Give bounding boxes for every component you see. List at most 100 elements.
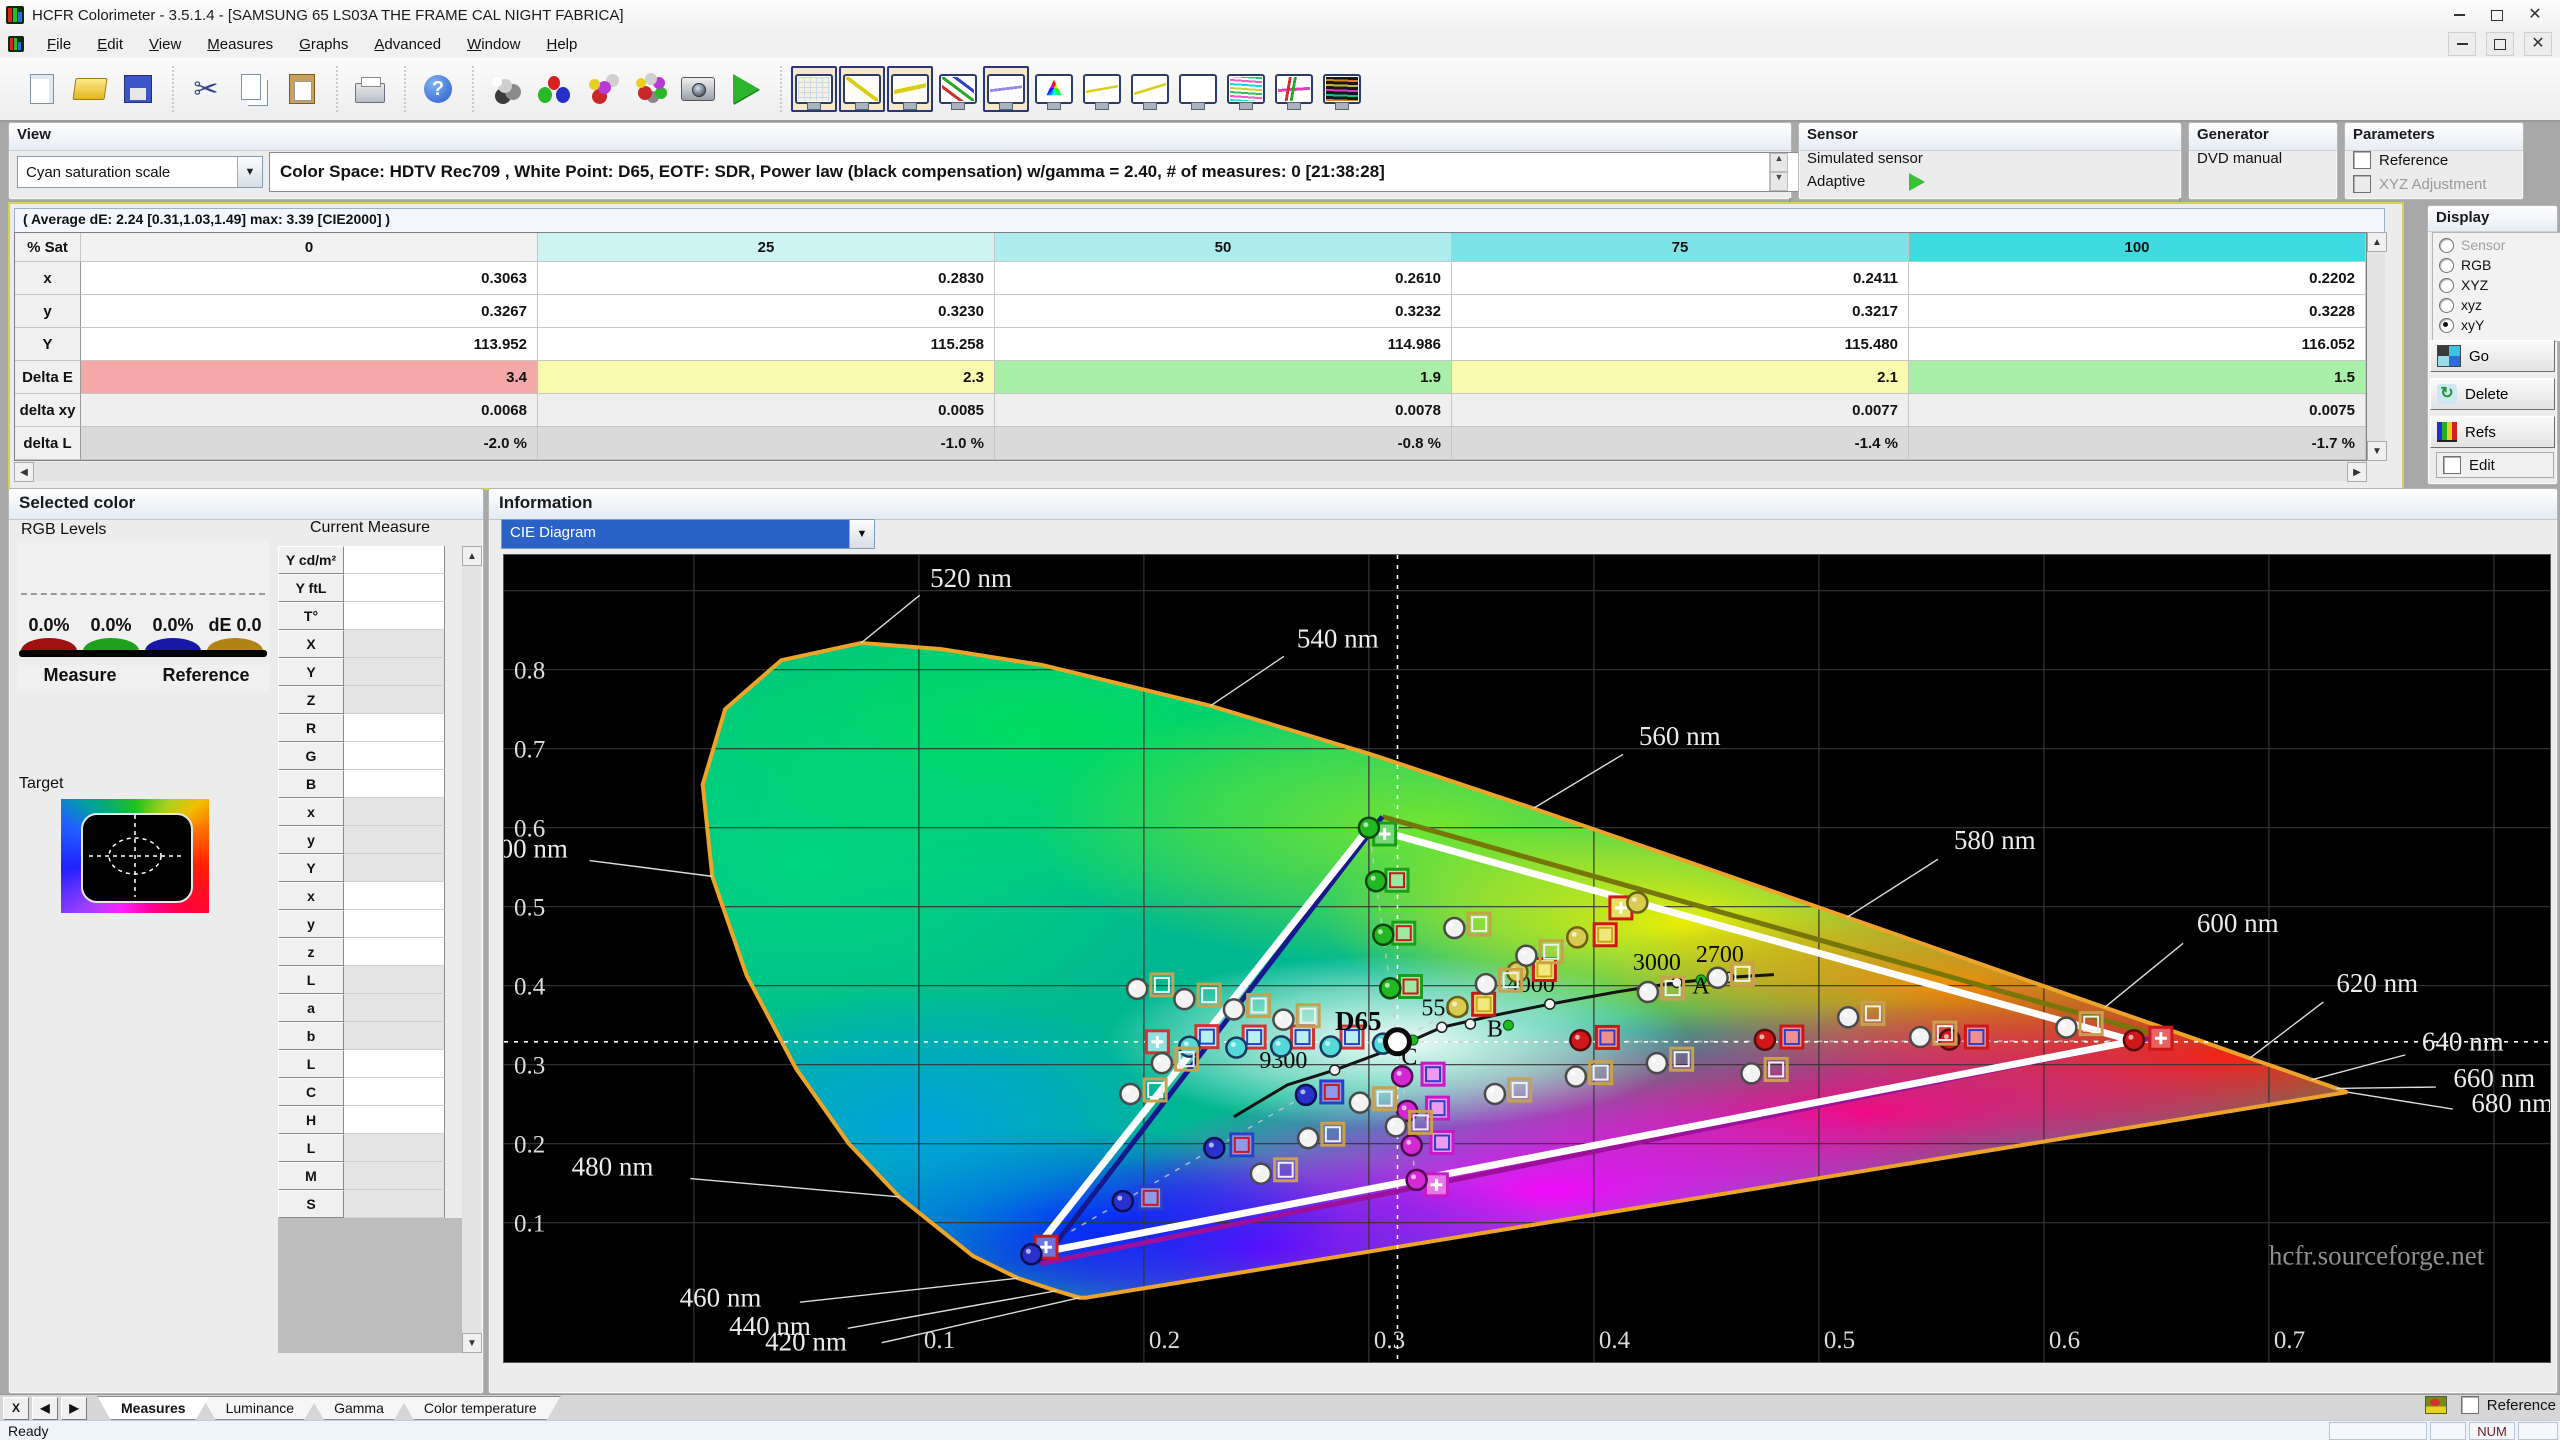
copy-icon-button[interactable] xyxy=(231,66,277,112)
edit-checkbox[interactable] xyxy=(2443,456,2461,474)
open-folder-icon-button[interactable] xyxy=(67,66,113,112)
y-tick-label: 0.6 xyxy=(514,816,545,843)
x-tick-label: 0.5 xyxy=(1824,1327,1855,1354)
button-label: Go xyxy=(2469,348,2489,365)
display-radio-xyz[interactable]: xyz xyxy=(2439,295,2558,315)
menu-item-help[interactable]: Help xyxy=(533,32,590,57)
menu-item-edit[interactable]: Edit xyxy=(84,32,136,57)
view-luminance2-button[interactable] xyxy=(1079,66,1125,112)
new-document-icon-button[interactable] xyxy=(19,66,65,112)
rgb-levels-label: RGB Levels xyxy=(21,521,106,539)
view-selector-arrow[interactable]: ▼ xyxy=(237,157,262,187)
radio-icon[interactable] xyxy=(2439,258,2454,273)
view-blank-button[interactable] xyxy=(1175,66,1221,112)
illuminant-dot xyxy=(1503,1020,1513,1030)
view-gamma-curve-button[interactable] xyxy=(839,66,885,112)
parameter-reference[interactable]: Reference xyxy=(2353,151,2487,169)
tab-color-temperature[interactable]: Color temperature xyxy=(400,1396,561,1420)
primaries-measure-icon-button[interactable] xyxy=(531,66,577,112)
run-measures-icon-button[interactable] xyxy=(723,66,769,112)
edit-checkbox-row[interactable]: Edit xyxy=(2436,452,2554,478)
table-cell: 0.0068 xyxy=(81,394,538,427)
menu-item-measures[interactable]: Measures xyxy=(194,32,286,57)
radio-icon[interactable] xyxy=(2439,318,2454,333)
refs-button[interactable]: Refs xyxy=(2430,416,2555,448)
radio-icon[interactable] xyxy=(2439,298,2454,313)
view-color-temperature-button[interactable] xyxy=(983,66,1029,112)
snapshot-icon-button[interactable] xyxy=(675,66,721,112)
measure-row-value xyxy=(344,602,445,630)
help-icon-button[interactable] xyxy=(415,66,461,112)
view-stripes-button[interactable] xyxy=(1223,66,1269,112)
scroll-up-icon[interactable]: ▲ xyxy=(462,546,482,566)
display-radio-xyz[interactable]: XYZ xyxy=(2439,275,2558,295)
print-icon-button[interactable] xyxy=(347,66,393,112)
mdi-minimize-button[interactable] xyxy=(2448,32,2476,56)
close-button[interactable]: ✕ xyxy=(2516,0,2554,30)
saturations-measure-icon-button[interactable] xyxy=(579,66,625,112)
view-gamma2-button[interactable] xyxy=(1127,66,1173,112)
menu-item-graphs[interactable]: Graphs xyxy=(286,32,361,57)
table-horizontal-scrollbar[interactable]: ◀ ▶ xyxy=(14,462,2367,481)
parameter-xyz-adjustment: XYZ Adjustment xyxy=(2353,175,2487,193)
full-measures-icon-button[interactable] xyxy=(627,66,673,112)
menu-item-view[interactable]: View xyxy=(136,32,194,57)
reference-checkbox[interactable] xyxy=(2461,1396,2479,1414)
sensor-play-icon[interactable] xyxy=(1909,173,1925,191)
display-radio-xyy[interactable]: xyY xyxy=(2439,315,2558,335)
display-radio-rgb[interactable]: RGB xyxy=(2439,255,2558,275)
view-measures-grid-button[interactable] xyxy=(791,66,837,112)
grayscale-measure-icon-button[interactable] xyxy=(483,66,529,112)
measure-row-label: M xyxy=(278,1162,344,1190)
save-icon-button[interactable] xyxy=(115,66,161,112)
info-spinner[interactable]: ▲▼ xyxy=(1769,153,1788,191)
view-luminance2 xyxy=(1083,74,1121,104)
scroll-down-icon[interactable]: ▼ xyxy=(462,1333,482,1353)
mdi-close-button[interactable]: ✕ xyxy=(2524,32,2552,56)
parameters-panel: Parameters ReferenceXYZ Adjustment xyxy=(2344,122,2524,200)
table-cell: -0.8 % xyxy=(995,427,1452,460)
scroll-right-icon[interactable]: ▶ xyxy=(2347,462,2367,482)
information-view-selector[interactable]: CIE Diagram ▼ xyxy=(501,519,875,549)
scroll-down-icon[interactable]: ▼ xyxy=(2367,441,2387,461)
view-cie-diagram-button[interactable] xyxy=(1031,66,1077,112)
minimize-button[interactable] xyxy=(2440,0,2478,30)
paste-icon-button[interactable] xyxy=(279,66,325,112)
table-vertical-scrollbar[interactable]: ▲ ▼ xyxy=(2367,232,2385,461)
delete-button[interactable]: Delete xyxy=(2430,378,2555,410)
menu-item-advanced[interactable]: Advanced xyxy=(361,32,454,57)
radio-label: RGB xyxy=(2461,257,2491,273)
tab-gamma[interactable]: Gamma xyxy=(310,1396,408,1420)
wavelength-label: 680 nm xyxy=(2471,1088,2550,1118)
menu-item-file[interactable]: File xyxy=(34,32,84,57)
saturation-measures-table[interactable]: % Sat0255075100x0.30630.28300.26100.2411… xyxy=(14,232,2367,461)
tab-luminance[interactable]: Luminance xyxy=(202,1396,319,1420)
information-selector-arrow[interactable]: ▼ xyxy=(849,520,874,548)
go-button[interactable]: Go xyxy=(2430,340,2555,372)
scroll-up-icon[interactable]: ▲ xyxy=(2367,232,2387,252)
view-curves-button[interactable] xyxy=(1271,66,1317,112)
column-header-25: 25 xyxy=(538,233,995,262)
reference-checkbox-row[interactable]: Reference xyxy=(2461,1396,2556,1414)
measure-row-value xyxy=(344,742,445,770)
radio-icon[interactable] xyxy=(2439,278,2454,293)
scroll-left-icon[interactable]: ◀ xyxy=(14,462,34,482)
x-tick-label: 0.4 xyxy=(1599,1327,1631,1354)
palette-icon[interactable] xyxy=(2425,1396,2447,1414)
previous-tab-button[interactable]: ◀ xyxy=(32,1397,58,1420)
measure-row-20: H xyxy=(278,1106,462,1134)
view-luminance-curve-button[interactable] xyxy=(887,66,933,112)
current-measure-scrollbar[interactable]: ▲ ▼ xyxy=(462,546,481,1353)
view-dark-stripes-button[interactable] xyxy=(1319,66,1365,112)
maximize-button[interactable] xyxy=(2478,0,2516,30)
next-tab-button[interactable]: ▶ xyxy=(61,1397,87,1420)
view-rgb-levels-button[interactable] xyxy=(935,66,981,112)
cut-icon-button[interactable] xyxy=(183,66,229,112)
view-selector[interactable]: Cyan saturation scale ▼ xyxy=(17,156,263,188)
menu-item-window[interactable]: Window xyxy=(454,32,533,57)
table-cell: 3.4 xyxy=(81,361,538,394)
close-tab-button[interactable]: X xyxy=(3,1397,29,1420)
checkbox[interactable] xyxy=(2353,151,2371,169)
tab-measures[interactable]: Measures xyxy=(97,1396,210,1420)
mdi-restore-button[interactable] xyxy=(2486,32,2514,56)
